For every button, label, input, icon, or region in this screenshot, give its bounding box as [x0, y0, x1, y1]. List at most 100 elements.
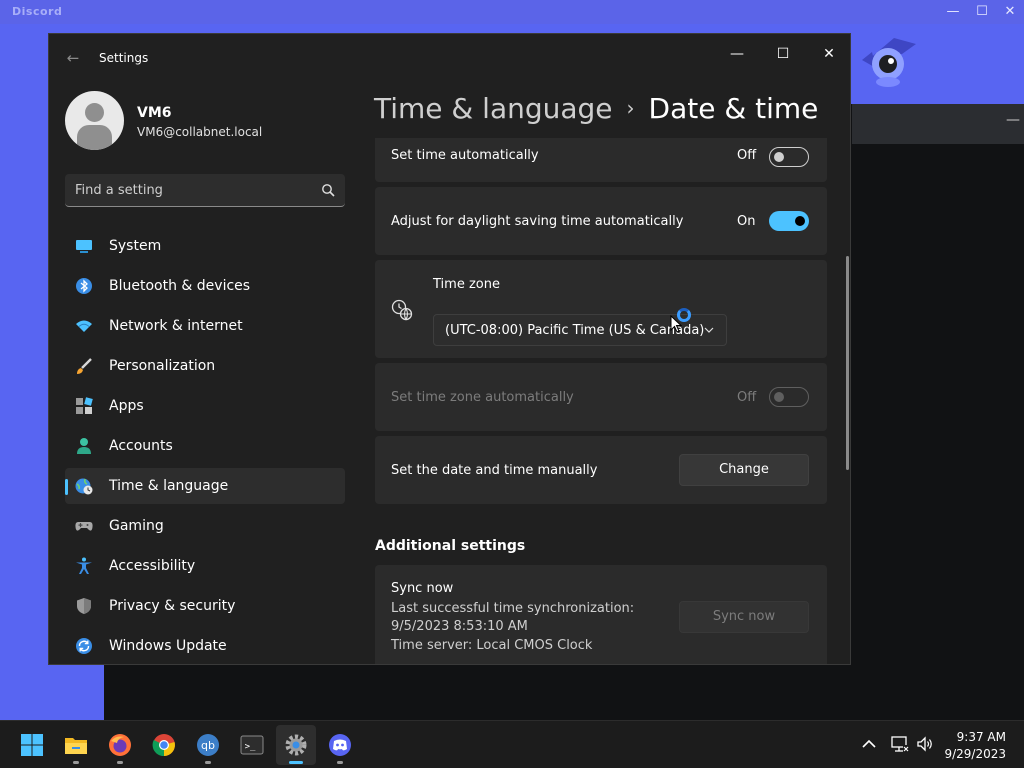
taskbar-discord[interactable]: [320, 725, 360, 765]
sidebar-item-accounts[interactable]: Accounts: [65, 428, 345, 464]
daylight-saving-label: Adjust for daylight saving time automati…: [391, 214, 684, 229]
set-time-automatically-label: Set time automatically: [391, 148, 539, 163]
set-time-automatically-toggle[interactable]: [769, 147, 809, 167]
daylight-saving-toggle[interactable]: [769, 211, 809, 231]
discord-titlebar: Discord — ☐ ✕: [0, 0, 1024, 24]
breadcrumb-separator: ›: [626, 96, 635, 120]
set-date-time-manually-card: Set the date and time manually Change: [375, 436, 827, 504]
close-button[interactable]: ✕: [806, 38, 850, 70]
settings-content: Set time automatically Off Adjust for da…: [375, 138, 827, 664]
terminal-icon: >_: [240, 735, 264, 755]
globe-clock-icon: [391, 299, 413, 321]
system-clock[interactable]: 9:37 AM 9/29/2023: [944, 729, 1006, 763]
discord-title: Discord: [12, 5, 63, 18]
discord-maximize-button[interactable]: ☐: [972, 2, 992, 22]
discord-close-button[interactable]: ✕: [1000, 2, 1020, 22]
discord-inner-minimize[interactable]: —: [1006, 112, 1020, 128]
shield-icon: [77, 598, 91, 614]
search-icon[interactable]: [321, 183, 335, 197]
set-time-zone-automatically-card: Set time zone automatically Off: [375, 363, 827, 431]
clock-date: 9/29/2023: [944, 747, 1006, 761]
brush-icon: [77, 358, 92, 374]
sidebar-nav: System Bluetooth & devices Network & int…: [65, 228, 345, 664]
update-icon: [76, 638, 92, 654]
breadcrumb-parent[interactable]: Time & language: [374, 92, 613, 125]
sidebar-item-label: Apps: [109, 398, 144, 414]
sidebar-item-label: Privacy & security: [109, 598, 236, 614]
firefox-icon: [109, 734, 131, 756]
taskbar-terminal[interactable]: >_: [232, 725, 272, 765]
avatar-body: [77, 125, 112, 150]
taskbar-file-explorer[interactable]: [56, 725, 96, 765]
sidebar-item-gaming[interactable]: Gaming: [65, 508, 345, 544]
discord-minimize-button[interactable]: —: [943, 2, 963, 22]
settings-window: ← Settings — ☐ ✕ VM6 VM6@collabnet.local…: [48, 33, 851, 665]
set-time-zone-automatically-toggle[interactable]: [769, 387, 809, 407]
time-server: Time server: Local CMOS Clock: [391, 638, 593, 653]
last-sync-time: 9/5/2023 8:53:10 AM: [391, 619, 528, 634]
discord-mascot-icon: [862, 38, 916, 87]
sidebar-item-label: Time & language: [109, 478, 229, 494]
user-name: VM6: [137, 105, 172, 121]
set-time-zone-automatically-state: Off: [737, 390, 757, 405]
sidebar-item-windows-update[interactable]: Windows Update: [65, 628, 345, 664]
taskbar-qbittorrent[interactable]: qb: [188, 725, 228, 765]
taskbar-chrome[interactable]: [144, 725, 184, 765]
start-button[interactable]: [12, 725, 52, 765]
breadcrumb: Time & language › Date & time: [374, 92, 818, 125]
set-time-zone-automatically-label: Set time zone automatically: [391, 390, 574, 405]
minimize-button[interactable]: —: [714, 38, 760, 70]
sync-now-button[interactable]: Sync now: [679, 601, 809, 633]
sidebar-item-network[interactable]: Network & internet: [65, 308, 345, 344]
apps-icon: [76, 397, 93, 414]
terminal-icon-text: >_: [245, 742, 256, 752]
sidebar-item-label: System: [109, 238, 162, 254]
person-icon: [77, 438, 91, 454]
volume-icon[interactable]: [916, 735, 934, 753]
time-zone-card: Time zone (UTC-08:00) Pacific Time (US &…: [375, 260, 827, 358]
time-zone-label: Time zone: [433, 277, 500, 292]
chrome-icon: [152, 734, 175, 757]
sidebar-item-label: Bluetooth & devices: [109, 278, 251, 294]
last-sync-label: Last successful time synchronization:: [391, 601, 635, 616]
daylight-saving-state: On: [737, 214, 756, 229]
user-email: VM6@collabnet.local: [137, 125, 263, 139]
window-title: Settings: [99, 51, 149, 65]
file-explorer-icon: [65, 738, 87, 754]
sidebar-item-accessibility[interactable]: Accessibility: [65, 548, 345, 584]
sidebar-item-label: Accounts: [109, 438, 173, 454]
daylight-saving-card: Adjust for daylight saving time automati…: [375, 187, 827, 255]
sidebar-item-label: Accessibility: [109, 558, 196, 574]
scrollbar[interactable]: [846, 256, 849, 470]
page-title: Date & time: [648, 92, 819, 125]
search-box: [65, 174, 345, 207]
search-input[interactable]: [65, 174, 315, 206]
chevron-up-icon[interactable]: [860, 735, 878, 753]
sidebar-item-apps[interactable]: Apps: [65, 388, 345, 424]
back-arrow-icon[interactable]: ←: [63, 48, 83, 68]
sync-now-title: Sync now: [391, 581, 454, 596]
clock-time: 9:37 AM: [956, 730, 1006, 744]
additional-settings-title: Additional settings: [375, 538, 526, 554]
sidebar-item-personalization[interactable]: Personalization: [65, 348, 345, 384]
discord-icon: [329, 734, 351, 756]
sidebar-item-bluetooth[interactable]: Bluetooth & devices: [65, 268, 345, 304]
time-zone-value: (UTC-08:00) Pacific Time (US & Canada): [445, 323, 705, 338]
set-date-time-manually-label: Set the date and time manually: [391, 463, 598, 478]
taskbar-firefox[interactable]: [100, 725, 140, 765]
sidebar-item-time-language[interactable]: Time & language: [65, 468, 345, 504]
maximize-button[interactable]: ☐: [760, 38, 806, 70]
sidebar-item-system[interactable]: System: [65, 228, 345, 264]
wifi-icon: [76, 320, 92, 332]
sync-now-card: Sync now Last successful time synchroniz…: [375, 565, 827, 664]
sidebar-item-label: Gaming: [109, 518, 164, 534]
sidebar-item-privacy[interactable]: Privacy & security: [65, 588, 345, 624]
avatar[interactable]: [65, 91, 124, 150]
qbittorrent-icon: qb: [197, 734, 219, 756]
chevron-down-icon: [704, 327, 714, 333]
discord-inner-bar: —: [852, 104, 1024, 144]
network-icon[interactable]: [891, 735, 909, 753]
change-button[interactable]: Change: [679, 454, 809, 486]
taskbar-settings[interactable]: [276, 725, 316, 765]
bluetooth-icon: [76, 278, 92, 294]
